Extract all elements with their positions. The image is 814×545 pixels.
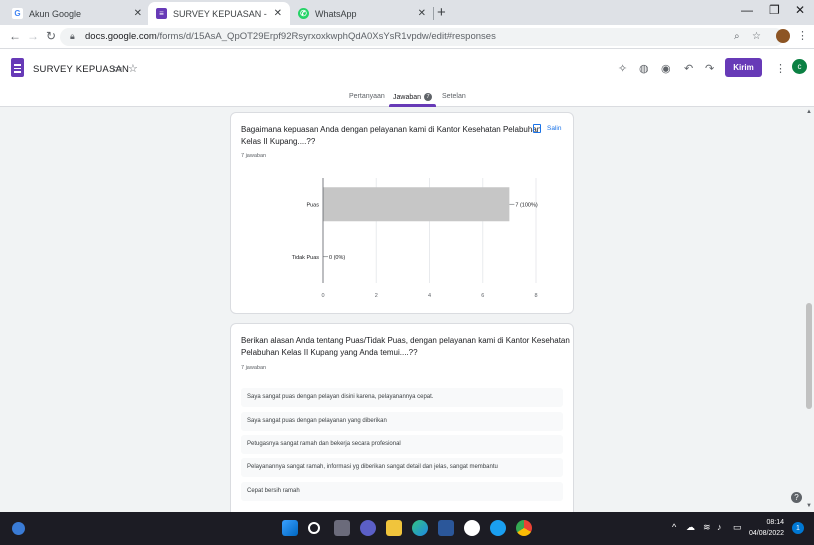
close-icon[interactable]: ✕ <box>134 8 142 19</box>
tray-chevron-icon[interactable]: ^ <box>672 522 676 532</box>
time: 08:14 <box>766 519 785 526</box>
list-item: Cepat bersih ramah <box>241 482 563 501</box>
preview-eye-icon[interactable]: ◉ <box>661 62 671 75</box>
clock[interactable]: 08:14 04/08/2022 <box>749 517 784 539</box>
list-item: Saya sangat puas dengan pelayan disini k… <box>241 388 563 407</box>
browser-menu-icon[interactable]: ⋮ <box>797 29 808 42</box>
response-count-badge: 7 <box>424 93 433 101</box>
redo-icon[interactable]: ↷ <box>705 62 714 75</box>
scroll-up-icon[interactable]: ▲ <box>806 109 812 115</box>
zoom-icon[interactable]: ⌕ <box>734 31 740 42</box>
help-icon[interactable]: ? <box>791 492 802 503</box>
y-tick-label: Tidak Puas <box>292 255 320 261</box>
more-options-icon[interactable]: ⋮ <box>775 62 786 75</box>
edge-icon[interactable] <box>412 520 428 536</box>
x-tick-label: 6 <box>481 293 484 299</box>
response-count: 7 jawaban <box>241 365 267 371</box>
send-button[interactable]: Kirim <box>725 58 762 77</box>
palette-icon[interactable]: ◍ <box>639 62 649 75</box>
folder-icon[interactable]: ▭ <box>112 62 122 75</box>
tab-setelan[interactable]: Setelan <box>442 93 466 100</box>
task-view-icon[interactable] <box>334 520 350 536</box>
scroll-down-icon[interactable]: ▼ <box>806 503 812 509</box>
minimize-icon[interactable]: — <box>741 3 753 17</box>
data-label: 0 (0%) <box>329 255 345 261</box>
start-icon[interactable] <box>282 520 298 536</box>
tab-pertanyaan[interactable]: Pertanyaan <box>349 93 385 100</box>
bar <box>323 187 510 222</box>
close-icon[interactable]: ✕ <box>418 8 426 19</box>
windows-taskbar: ^ ☁ ≋ ♪ ▭ 08:14 04/08/2022 1 <box>0 512 814 545</box>
forms-icon: ≡ <box>156 8 167 19</box>
close-icon[interactable]: ✕ <box>274 8 282 19</box>
date: 04/08/2022 <box>749 530 785 537</box>
bar-chart: 0 2 4 6 8 Puas 7 (100%) Tidak Puas 0 (0%) <box>292 178 538 299</box>
user-avatar[interactable]: c <box>792 59 807 74</box>
undo-icon[interactable]: ↶ <box>684 62 693 75</box>
reload-icon[interactable]: ↻ <box>46 29 56 43</box>
tab-jawaban[interactable]: Jawaban 7 <box>393 93 433 101</box>
question-card-1: Bagaimana kepuasan Anda dengan pelayanan… <box>230 112 574 314</box>
data-label: 7 (100%) <box>515 202 537 208</box>
page-scrollbar[interactable]: ▲ ▼ <box>804 107 814 512</box>
notification-badge[interactable]: 1 <box>792 522 804 534</box>
network-icon[interactable]: ☁ <box>686 522 695 533</box>
tab-divider <box>433 7 434 20</box>
x-tick-label: 8 <box>534 293 537 299</box>
volume-icon[interactable]: ♪ <box>717 522 722 532</box>
chrome-icon[interactable] <box>516 520 532 536</box>
list-item: Petugasnya sangat ramah dan bekerja seca… <box>241 435 563 454</box>
forms-header: SURVEY KEPUASAN ▭ ☆ ✧ ◍ ◉ ↶ ↷ Kirim ⋮ c <box>0 49 814 89</box>
tab-jawaban-label: Jawaban <box>393 93 422 101</box>
bookmark-star-icon[interactable]: ☆ <box>752 31 761 42</box>
forms-tabs: Pertanyaan Jawaban 7 Setelan <box>0 89 814 107</box>
new-tab-button[interactable]: + <box>437 4 446 21</box>
x-tick-label: 2 <box>375 293 378 299</box>
url-host: docs.google.com <box>85 31 157 42</box>
store-icon[interactable] <box>438 520 454 536</box>
profile-avatar[interactable] <box>776 29 790 43</box>
scroll-thumb[interactable] <box>806 303 812 409</box>
x-tick-label: 4 <box>428 293 431 299</box>
search-icon[interactable] <box>308 522 320 534</box>
teams-chat-icon[interactable] <box>360 520 376 536</box>
tab-survey-kepuasan[interactable]: ≡ SURVEY KEPUASAN - Google Fo ✕ <box>148 2 290 25</box>
app-icon[interactable] <box>490 520 506 536</box>
weather-icon[interactable] <box>12 522 25 535</box>
tab-whatsapp[interactable]: ✆ WhatsApp ✕ <box>290 2 434 25</box>
x-tick-label: 0 <box>321 293 324 299</box>
list-item: Pelayanannya sangat ramah, informasi yg … <box>241 458 563 477</box>
forward-icon[interactable]: → <box>27 29 39 43</box>
star-icon[interactable]: ☆ <box>128 62 138 75</box>
battery-icon[interactable]: ▭ <box>733 522 742 533</box>
restore-icon[interactable]: ❐ <box>769 3 780 17</box>
tab-akun-google[interactable]: G Akun Google ✕ <box>4 2 150 25</box>
question-text: Berikan alasan Anda tentang Puas/Tidak P… <box>241 336 570 357</box>
file-explorer-icon[interactable] <box>386 520 402 536</box>
forms-logo-icon[interactable] <box>11 58 24 77</box>
y-tick-label: Puas <box>306 202 319 208</box>
url-path: /forms/d/15AsA_QpOT29Erpf92RsyrxoxkwphQd… <box>156 31 496 42</box>
address-bar[interactable]: 🔒︎ docs.google.com/forms/d/15AsA_QpOT29E… <box>60 28 784 46</box>
back-icon[interactable]: ← <box>9 29 21 43</box>
whatsapp-icon: ✆ <box>298 8 309 19</box>
addon-puzzle-icon[interactable]: ✧ <box>618 62 627 75</box>
wifi-icon[interactable]: ≋ <box>703 522 711 533</box>
lock-icon: 🔒︎ <box>70 31 75 41</box>
list-item: Saya sangat puas dengan pelayanan yang d… <box>241 412 563 431</box>
question-card-2: Berikan alasan Anda tentang Puas/Tidak P… <box>230 323 574 512</box>
google-icon: G <box>12 8 23 19</box>
browser-toolbar: ← → ↻ 🔒︎ docs.google.com/forms/d/15AsA_Q… <box>0 25 814 49</box>
app-icon[interactable] <box>464 520 480 536</box>
browser-tab-strip: G Akun Google ✕ ≡ SURVEY KEPUASAN - Goog… <box>0 0 814 25</box>
close-window-icon[interactable]: ✕ <box>795 3 805 17</box>
responses-content: Bagaimana kepuasan Anda dengan pelayanan… <box>0 107 804 512</box>
